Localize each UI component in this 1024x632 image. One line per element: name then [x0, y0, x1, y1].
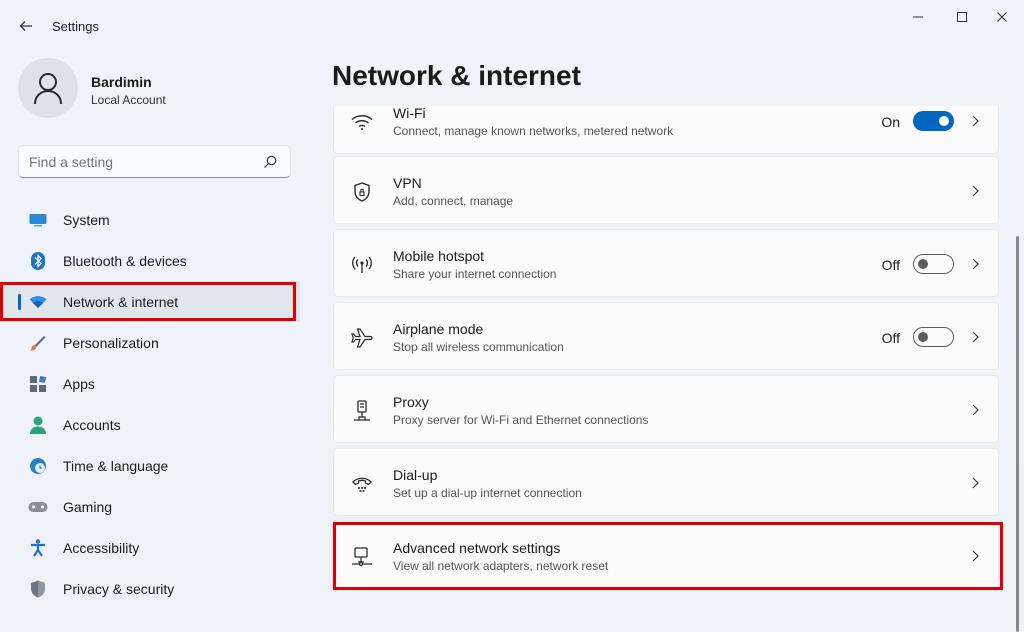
wifi-toggle[interactable] [913, 111, 954, 131]
sidebar-item-privacy[interactable]: Privacy & security [0, 568, 300, 609]
sidebar-item-label: Personalization [63, 334, 159, 351]
search-icon[interactable] [262, 154, 278, 170]
setting-title: Mobile hotspot [393, 248, 485, 264]
sidebar-item-label: System [63, 211, 110, 228]
sidebar-item-label: Accounts [63, 416, 121, 433]
advanced-settings-highlight-box [333, 522, 1003, 590]
sidebar-nav: System Bluetooth & devices Network & int… [0, 199, 300, 609]
search-box[interactable] [18, 145, 291, 178]
setting-subtitle: Proxy server for Wi-Fi and Ethernet conn… [393, 413, 649, 427]
close-button[interactable] [982, 6, 1022, 28]
title-bar: Settings [0, 0, 1024, 44]
sidebar-item-gaming[interactable]: Gaming [0, 486, 300, 527]
wifi-icon [350, 111, 374, 133]
back-button[interactable] [12, 12, 40, 40]
person-icon [34, 73, 62, 105]
apps-icon [28, 374, 48, 394]
page-title: Network & internet [332, 60, 581, 91]
airplane-icon [350, 327, 374, 349]
sidebar-item-accessibility[interactable]: Accessibility [0, 527, 300, 568]
sidebar-item-label: Bluetooth & devices [63, 252, 187, 269]
chevron-right-icon [972, 185, 979, 197]
setting-title: Wi-Fi [393, 106, 426, 121]
setting-subtitle: Stop all wireless communication [393, 340, 564, 354]
chevron-right-icon [972, 258, 979, 270]
setting-title: Airplane mode [393, 321, 484, 337]
network-highlight-box [0, 282, 296, 321]
sidebar-item-label: Accessibility [63, 539, 140, 556]
vpn-setting-card[interactable]: VPN Add, connect, manage [333, 156, 999, 224]
setting-subtitle: Connect, manage known networks, metered … [393, 124, 674, 138]
proxy-icon [350, 400, 374, 422]
chevron-right-icon [972, 115, 979, 127]
settings-window: Settings Bardimin Local Account System B… [0, 0, 1024, 632]
chevron-right-icon [972, 404, 979, 416]
maximize-icon [957, 12, 967, 22]
setting-subtitle: Share your internet connection [393, 267, 557, 281]
vpn-shield-icon [350, 181, 374, 203]
search-input[interactable] [29, 152, 249, 172]
setting-title: VPN [393, 175, 422, 191]
setting-state: Off [881, 257, 900, 273]
sidebar-item-personalization[interactable]: Personalization [0, 322, 300, 363]
mobile-hotspot-toggle[interactable] [913, 254, 954, 274]
wifi-setting-card[interactable]: Wi-Fi Connect, manage known networks, me… [333, 106, 999, 154]
back-arrow-icon [19, 21, 32, 31]
person-icon [28, 415, 48, 435]
sidebar-item-time-language[interactable]: Time & language [0, 445, 300, 486]
setting-state: Off [881, 330, 900, 346]
mobile-hotspot-setting-card[interactable]: Mobile hotspot Share your internet conne… [333, 229, 999, 297]
sidebar-item-label: Time & language [63, 457, 169, 474]
setting-subtitle: Add, connect, manage [393, 194, 514, 208]
chevron-right-icon [972, 331, 979, 343]
monitor-icon [28, 210, 48, 230]
airplane-mode-setting-card[interactable]: Airplane mode Stop all wireless communic… [333, 302, 999, 370]
minimize-icon [913, 16, 923, 18]
brush-icon [28, 333, 48, 353]
profile-name: Bardimin [91, 74, 152, 90]
avatar [18, 58, 78, 118]
hotspot-icon [350, 254, 374, 276]
minimize-button[interactable] [898, 6, 938, 28]
proxy-setting-card[interactable]: Proxy Proxy server for Wi-Fi and Etherne… [333, 375, 999, 443]
setting-subtitle: Set up a dial-up internet connection [393, 486, 582, 500]
phone-icon [350, 473, 374, 495]
sidebar-item-system[interactable]: System [0, 199, 300, 240]
sidebar-item-label: Gaming [63, 498, 113, 515]
airplane-mode-toggle[interactable] [913, 327, 954, 347]
setting-title: Dial-up [393, 467, 438, 483]
app-title: Settings [52, 19, 99, 34]
globe-clock-icon [28, 456, 48, 476]
chevron-right-icon [972, 477, 979, 489]
gamepad-icon [28, 497, 48, 517]
sidebar-item-label: Apps [63, 375, 95, 392]
profile-account-type: Local Account [91, 93, 166, 107]
dial-up-setting-card[interactable]: Dial-up Set up a dial-up internet connec… [333, 448, 999, 516]
setting-state: On [881, 114, 900, 130]
close-icon [997, 12, 1007, 22]
scrollbar[interactable] [1016, 236, 1019, 632]
sidebar-item-bluetooth[interactable]: Bluetooth & devices [0, 240, 300, 281]
accessibility-icon [28, 538, 48, 558]
sidebar-item-label: Privacy & security [63, 580, 175, 597]
shield-icon [28, 579, 48, 599]
bluetooth-icon [28, 251, 48, 271]
sidebar-item-accounts[interactable]: Accounts [0, 404, 300, 445]
sidebar-item-apps[interactable]: Apps [0, 363, 300, 404]
setting-title: Proxy [393, 394, 429, 410]
maximize-button[interactable] [942, 6, 982, 28]
